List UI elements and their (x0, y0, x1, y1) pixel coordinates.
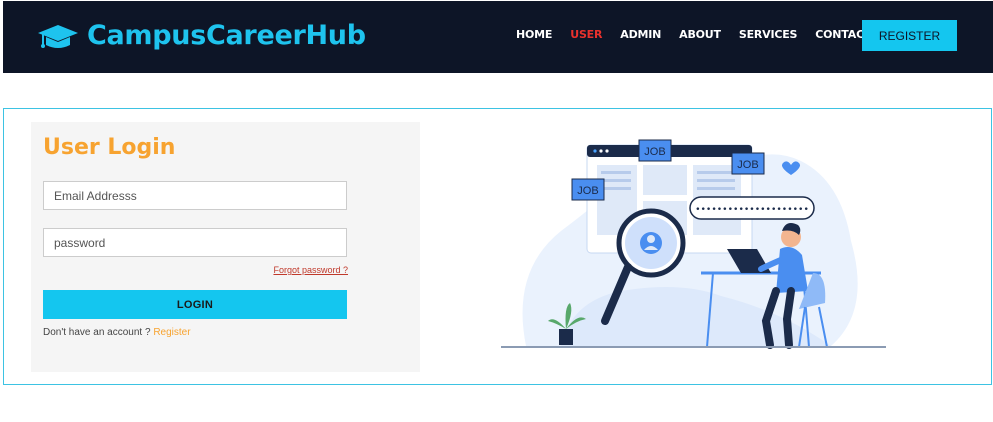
job-tag-icon: JOB (571, 178, 605, 201)
nav-home[interactable]: HOME (516, 28, 552, 41)
password-field[interactable] (43, 228, 347, 257)
brand-name: CampusCareerHub (87, 19, 366, 51)
login-button[interactable]: LOGIN (43, 290, 347, 319)
navbar: CampusCareerHub HOME USER ADMIN ABOUT SE… (3, 1, 993, 73)
email-field[interactable] (43, 181, 347, 210)
svg-text:•••••••••••••••••••••: ••••••••••••••••••••• (695, 205, 809, 215)
job-tag-icon: JOB (731, 152, 765, 175)
nav-admin[interactable]: ADMIN (620, 28, 661, 41)
nav-about[interactable]: ABOUT (679, 28, 721, 41)
nav-user[interactable]: USER (570, 28, 602, 41)
job-tag-label: JOB (644, 146, 665, 158)
job-search-illustration: JOB JOB JOB ••••••••••••••••••••• (501, 139, 886, 349)
signup-prompt-text: Don't have an account ? (43, 327, 151, 338)
login-form: User Login Forgot password ? LOGIN Don't… (31, 122, 420, 372)
nav-menu: HOME USER ADMIN ABOUT SERVICES CONTACT (516, 28, 889, 41)
forgot-password-link[interactable]: Forgot password ? (273, 265, 348, 275)
graduation-cap-icon (38, 25, 78, 48)
login-section: User Login Forgot password ? LOGIN Don't… (3, 108, 992, 385)
job-tag-icon: JOB (638, 139, 672, 162)
brand-logo[interactable]: CampusCareerHub (37, 17, 366, 53)
nav-services[interactable]: SERVICES (739, 28, 798, 41)
job-tag-label: JOB (737, 159, 758, 171)
login-title: User Login (43, 135, 176, 160)
signup-link[interactable]: Register (153, 327, 190, 338)
signup-prompt: Don't have an account ? Register (43, 327, 191, 338)
register-button[interactable]: REGISTER (862, 20, 957, 51)
job-tag-label: JOB (577, 185, 598, 197)
